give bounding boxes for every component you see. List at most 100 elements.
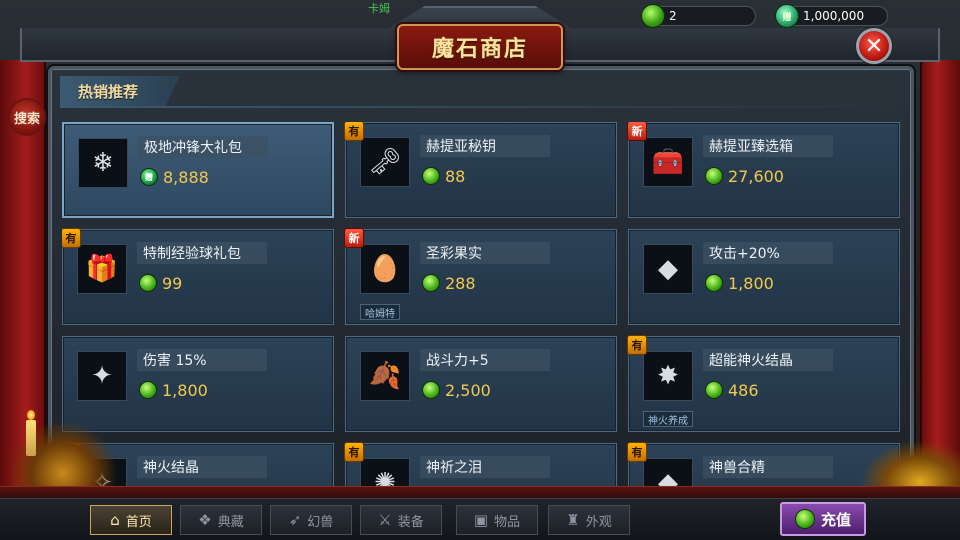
gem-icon: [705, 167, 723, 185]
equipment-icon: ⚔: [378, 511, 392, 529]
item-name: 神兽合精: [703, 456, 833, 478]
search-button[interactable]: 搜索: [8, 98, 46, 136]
item-card[interactable]: ✦ 伤害 15% 1,800: [62, 336, 334, 432]
item-price-value: 88: [445, 166, 466, 186]
feather-icon: 🍂: [360, 351, 410, 401]
item-price: 1,800: [139, 379, 208, 401]
item-card[interactable]: ✺ 神祈之泪有: [344, 442, 617, 492]
gold-crystal-icon: ◆: [643, 244, 693, 294]
green-crystal-icon: ✦: [77, 351, 127, 401]
nav-tab[interactable]: ♜ 外观: [548, 505, 630, 535]
item-price-value: 1,800: [162, 380, 208, 400]
recharge-button[interactable]: 充值: [780, 502, 866, 536]
item-price-value: 99: [162, 273, 183, 293]
bound-gem-balance: 赠 1,000,000: [775, 4, 888, 28]
gem-icon: [422, 381, 440, 399]
item-name: 极地冲锋大礼包: [138, 136, 268, 158]
item-price: 88: [422, 165, 465, 187]
item-price-value: 2,500: [445, 380, 491, 400]
chest-icon: 🧰: [643, 137, 693, 187]
hot-badge: 有: [627, 442, 647, 462]
section-divider: [60, 106, 908, 108]
item-name: 伤害 15%: [137, 349, 267, 371]
item-grid: ❄ 极地冲锋大礼包赠 8,888 🗝 赫提亚秘钥 88 有 🧰 赫提亚臻选箱 27,600 新 🎁 特制…: [62, 122, 908, 492]
nav-tab[interactable]: ▣ 物品: [456, 505, 538, 535]
item-price: 486: [705, 379, 759, 401]
hot-badge: 有: [62, 228, 81, 248]
close-button[interactable]: ✕: [856, 28, 892, 64]
bound-gem-icon: 赠: [775, 4, 799, 28]
gem-icon: [422, 274, 440, 292]
red-gift-icon: 🎁: [77, 244, 127, 294]
nav-tab-label: 外观: [585, 514, 612, 530]
item-card[interactable]: 🧰 赫提亚臻选箱 27,600 新: [627, 122, 900, 218]
item-card[interactable]: ✸ 超能神火结晶 486 有神火养成: [627, 335, 900, 432]
new-badge: 新: [344, 228, 364, 248]
item-card[interactable]: 🥚 圣彩果实 288 新哈姆特: [344, 228, 617, 325]
gem-icon: [139, 274, 157, 292]
nav-tab[interactable]: ⌂ 首页: [90, 505, 172, 535]
top-label: 卡姆: [368, 2, 390, 15]
candle-icon: [26, 410, 36, 456]
shop-title-plate: 魔石商店: [397, 24, 563, 70]
section-title: 热销推荐: [60, 76, 180, 106]
item-price-value: 8,888: [163, 167, 209, 187]
item-price: 99: [139, 272, 182, 294]
hot-badge: 有: [344, 442, 364, 462]
nav-tab-label: 首页: [125, 514, 152, 530]
gem-icon: [422, 167, 440, 185]
nav-tab-label: 幻兽: [307, 514, 334, 530]
item-price-value: 1,800: [728, 273, 774, 293]
nav-tab[interactable]: ➶ 幻兽: [270, 505, 352, 535]
bound-gem-icon: 赠: [140, 168, 158, 186]
item-price: 288: [422, 272, 476, 294]
item-name: 特制经验球礼包: [137, 242, 267, 264]
item-name: 攻击+20%: [703, 242, 833, 264]
nav-tab-label: 装备: [397, 514, 424, 530]
hot-badge: 有: [627, 335, 647, 355]
item-price-value: 27,600: [728, 166, 784, 186]
nav-tab[interactable]: ❖ 典藏: [180, 505, 262, 535]
item-card[interactable]: ❄ 极地冲锋大礼包赠 8,888: [62, 122, 334, 218]
new-badge: 新: [627, 122, 647, 141]
item-name: 战斗力+5: [420, 349, 550, 371]
item-tag: 哈姆特: [360, 304, 400, 320]
right-curtain: [920, 60, 960, 500]
home-icon: ⌂: [110, 511, 120, 529]
gem-balance-value: 2: [669, 9, 677, 23]
treasure-decoration-left: [8, 420, 118, 496]
item-price: 1,800: [705, 272, 774, 294]
hot-badge: 有: [344, 122, 364, 141]
item-name: 圣彩果实: [420, 242, 550, 264]
item-card[interactable]: 🍂 战斗力+5 2,500: [345, 336, 617, 432]
nav-tab-label: 物品: [494, 514, 521, 530]
item-tag: 神火养成: [643, 411, 693, 427]
close-icon: ✕: [864, 33, 884, 59]
red-crystal-icon: ✸: [643, 351, 693, 401]
gem-icon: [705, 274, 723, 292]
item-price: 27,600: [705, 165, 784, 187]
gem-icon: [139, 381, 157, 399]
nav-tab-label: 典藏: [217, 514, 244, 530]
item-price: 赠 8,888: [140, 166, 209, 188]
item-price: 2,500: [422, 379, 491, 401]
item-name: 神火结晶: [137, 456, 267, 478]
bound-gem-balance-value: 1,000,000: [803, 9, 865, 23]
item-card[interactable]: 🗝 赫提亚秘钥 88 有: [344, 122, 617, 218]
item-name: 赫提亚臻选箱: [703, 135, 833, 157]
item-name: 神祈之泪: [420, 456, 550, 478]
item-price-value: 288: [445, 273, 476, 293]
gem-icon: [705, 381, 723, 399]
nav-tab[interactable]: ⚔ 装备: [360, 505, 442, 535]
gem-icon: [794, 509, 815, 529]
item-card[interactable]: 🎁 特制经验球礼包 99 有: [62, 228, 334, 325]
recharge-label: 充值: [820, 510, 851, 529]
item-name: 赫提亚秘钥: [420, 135, 550, 157]
gift-box-icon: ❄: [78, 138, 128, 188]
items-icon: ▣: [473, 511, 489, 529]
gem-balance: 2: [641, 4, 756, 28]
fruit-icon: 🥚: [360, 244, 410, 294]
gem-icon: [641, 4, 665, 28]
item-card[interactable]: ◆ 攻击+20% 1,800: [628, 229, 900, 325]
item-name: 超能神火结晶: [703, 349, 833, 371]
